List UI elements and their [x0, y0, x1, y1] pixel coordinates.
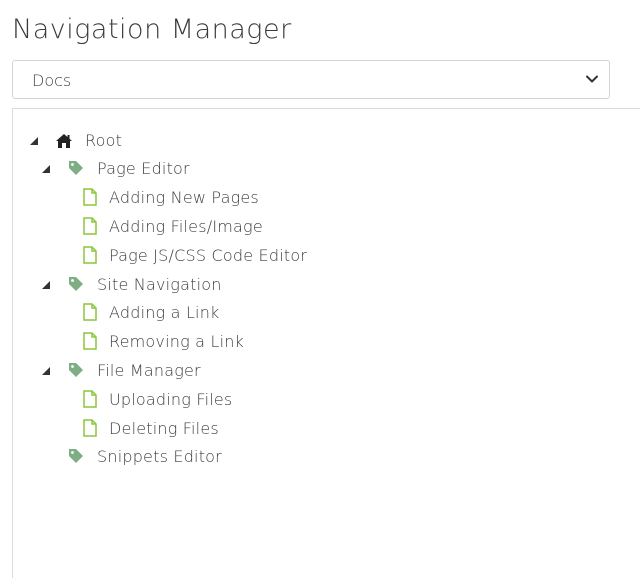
collapse-toggle-icon[interactable]	[42, 367, 50, 375]
tag-icon	[67, 447, 85, 465]
file-icon	[81, 217, 99, 235]
tag-icon	[67, 275, 85, 293]
file-icon	[81, 246, 99, 264]
navigation-tree: Root Page Editor Adding New Pages Adding…	[12, 108, 640, 578]
tag-icon	[67, 361, 85, 379]
site-select[interactable]: Docs	[12, 60, 610, 99]
tree-node-label: Removing a Link	[109, 332, 245, 351]
tree-node-label: Adding New Pages	[109, 188, 259, 207]
chevron-down-icon	[586, 75, 598, 83]
tree-node-label: Adding a Link	[109, 303, 220, 322]
tree-node-label: Adding Files/Image	[109, 217, 263, 236]
tree-node-label: Deleting Files	[109, 419, 219, 438]
site-select-value: Docs	[32, 71, 72, 90]
tree-node-label: File Manager	[97, 361, 201, 380]
collapse-toggle-icon[interactable]	[30, 137, 38, 145]
tree-node-label: Page Editor	[97, 159, 190, 178]
file-icon	[81, 390, 99, 408]
page-title: Navigation Manager	[12, 14, 292, 45]
collapse-toggle-icon[interactable]	[42, 165, 50, 173]
tag-icon	[67, 159, 85, 177]
tree-node-label: Root	[85, 131, 123, 150]
collapse-toggle-icon[interactable]	[42, 281, 50, 289]
tree-node-label: Snippets Editor	[97, 447, 222, 466]
file-icon	[81, 332, 99, 350]
file-icon	[81, 303, 99, 321]
file-icon	[81, 188, 99, 206]
tree-node-label: Site Navigation	[97, 275, 222, 294]
home-icon	[55, 132, 73, 150]
tree-node-label: Page JS/CSS Code Editor	[109, 246, 308, 265]
file-icon	[81, 419, 99, 437]
tree-node-label: Uploading Files	[109, 390, 233, 409]
